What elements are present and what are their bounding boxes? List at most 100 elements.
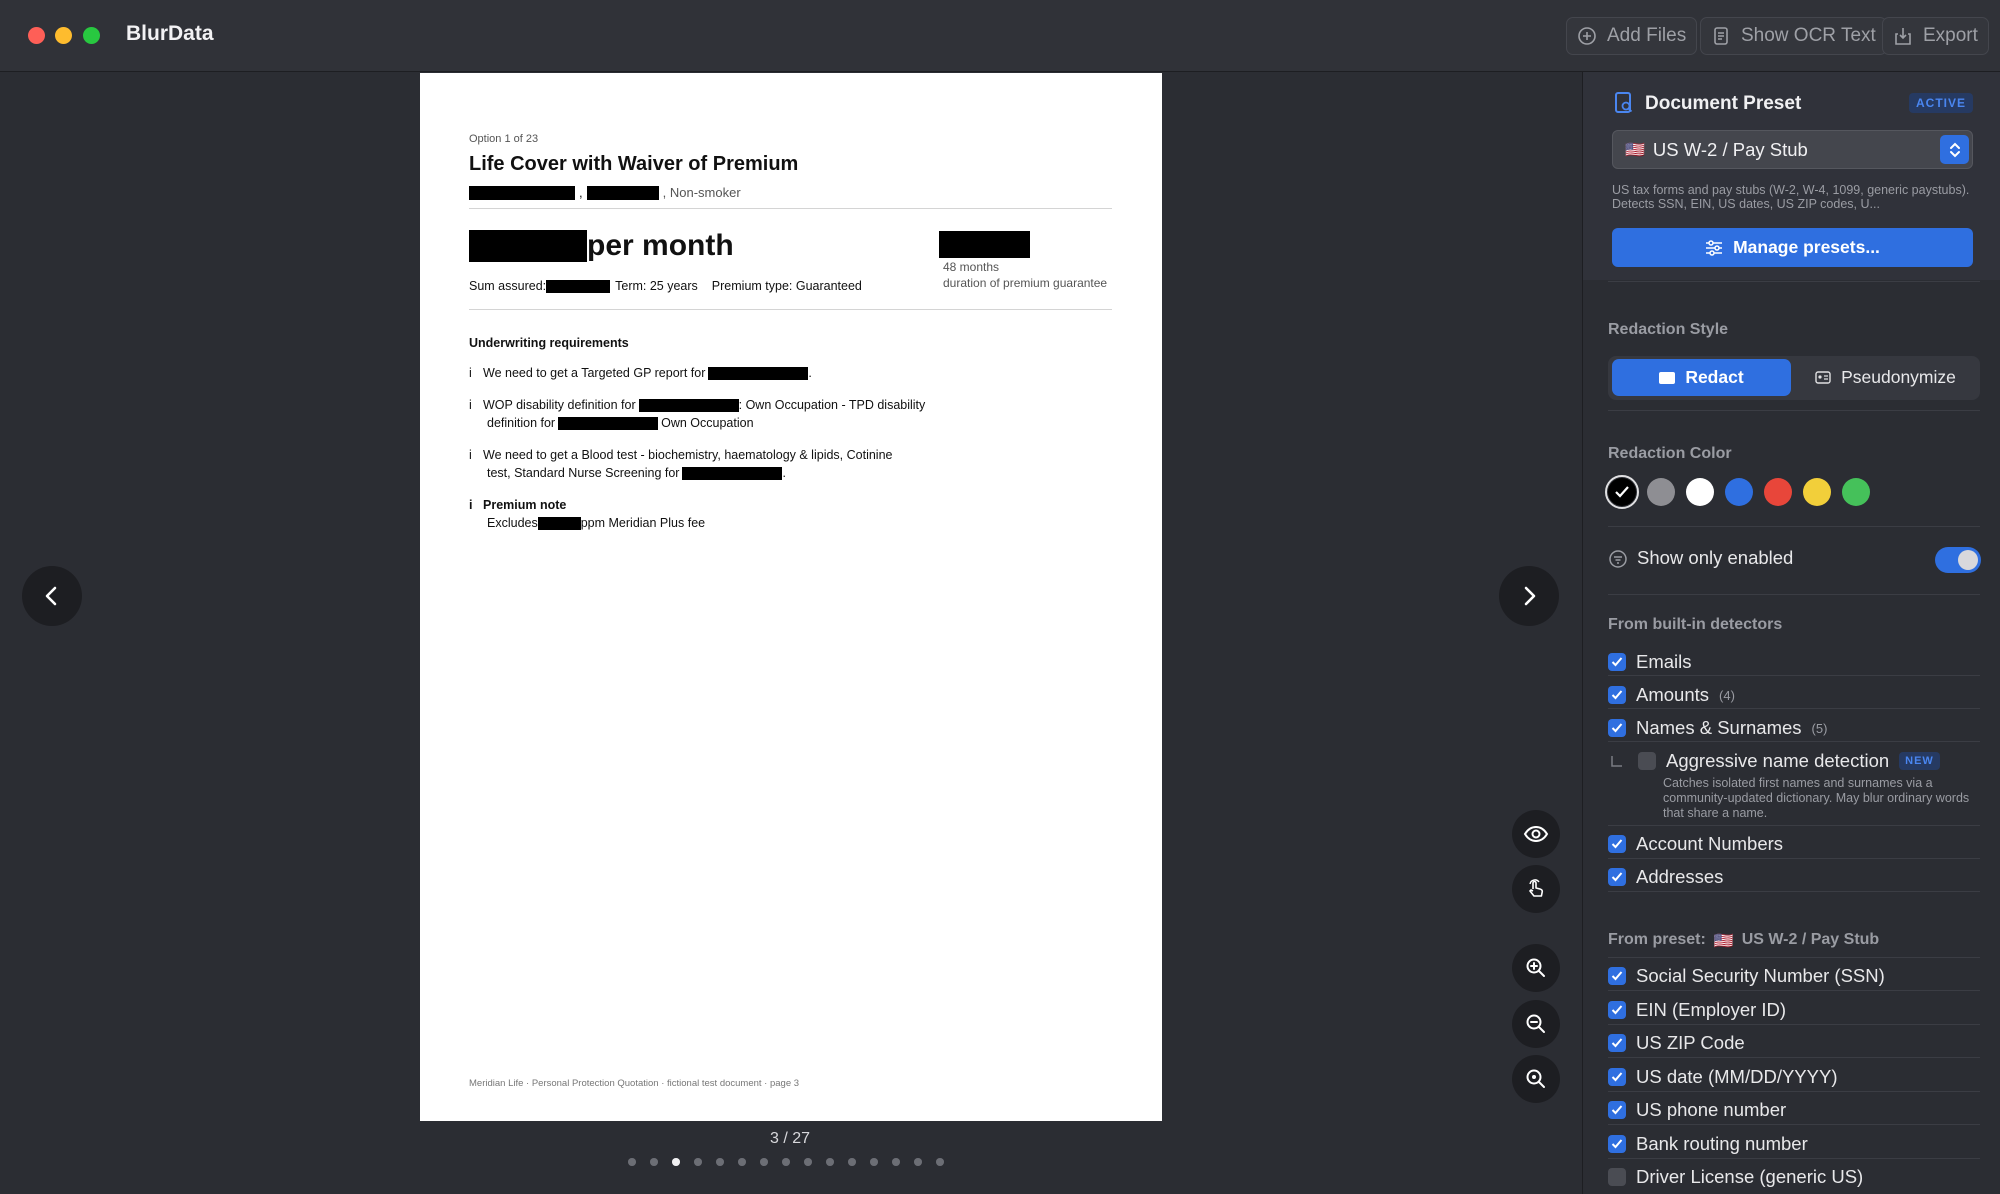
term-label: Term: 25 years <box>615 279 698 293</box>
previous-page-button[interactable] <box>22 566 82 626</box>
manual-redact-tool-button[interactable] <box>1512 865 1560 913</box>
guarantee-label: duration of premium guarantee <box>943 276 1108 290</box>
detector-aggressive-names[interactable]: Aggressive name detection NEW <box>1638 750 1940 772</box>
checkmark-icon <box>1611 1138 1623 1148</box>
premium-note: i Premium note <box>469 498 566 512</box>
color-swatch-gray[interactable] <box>1647 478 1675 506</box>
page-dot[interactable] <box>936 1158 944 1166</box>
checkbox-checked[interactable] <box>1608 653 1626 671</box>
color-swatch-white[interactable] <box>1686 478 1714 506</box>
detector-label: US ZIP Code <box>1636 1032 1745 1053</box>
redaction-box <box>638 398 739 412</box>
preset-detector-item[interactable]: US ZIP Code <box>1608 1032 1745 1054</box>
page-dot[interactable] <box>738 1158 746 1166</box>
id-card-icon <box>1815 371 1831 384</box>
preset-select[interactable]: 🇺🇸 US W-2 / Pay Stub <box>1612 130 1973 169</box>
close-window-button[interactable] <box>28 27 45 44</box>
document-viewer: Option 1 of 23 Life Cover with Waiver of… <box>0 72 1581 1194</box>
manage-presets-button[interactable]: Manage presets... <box>1612 228 1973 267</box>
divider <box>1608 281 1980 282</box>
add-files-label: Add Files <box>1607 25 1687 46</box>
excludes-tail: ppm Meridian Plus fee <box>580 516 706 530</box>
checkbox-checked[interactable] <box>1608 1034 1626 1052</box>
color-swatch-red[interactable] <box>1764 478 1792 506</box>
select-stepper[interactable] <box>1940 135 1969 164</box>
page-dot[interactable] <box>870 1158 878 1166</box>
detector-amounts[interactable]: Amounts (4) <box>1608 684 1735 706</box>
page-dot[interactable] <box>694 1158 702 1166</box>
preset-description: US tax forms and pay stubs (W-2, W-4, 10… <box>1612 183 1970 211</box>
page-dot[interactable] <box>804 1158 812 1166</box>
document-preset-card: Document Preset ACTIVE 🇺🇸 US W-2 / Pay S… <box>1583 72 2000 280</box>
redaction-box <box>682 466 783 480</box>
next-page-button[interactable] <box>1499 566 1559 626</box>
checkbox-checked[interactable] <box>1608 835 1626 853</box>
page-dot[interactable] <box>672 1158 680 1166</box>
comma-text: , <box>579 185 583 200</box>
page-dot[interactable] <box>760 1158 768 1166</box>
color-swatch-black[interactable] <box>1608 478 1636 506</box>
redaction-color-title: Redaction Color <box>1608 445 1732 462</box>
req2c-text: definition for <box>487 416 556 430</box>
page-dot[interactable] <box>826 1158 834 1166</box>
checkbox-checked[interactable] <box>1608 868 1626 886</box>
minimize-window-button[interactable] <box>55 27 72 44</box>
document-subtitle: , , Non-smoker <box>469 185 741 200</box>
redact-option[interactable]: Redact <box>1612 359 1791 396</box>
redaction-box <box>558 416 659 430</box>
zoom-window-button[interactable] <box>83 27 100 44</box>
preset-detector-item[interactable]: Driver License (generic US) <box>1608 1166 1863 1188</box>
export-icon <box>1895 28 1911 45</box>
checkmark-icon <box>1611 723 1623 733</box>
checkbox-checked[interactable] <box>1608 1000 1626 1019</box>
detector-emails[interactable]: Emails <box>1608 651 1692 673</box>
checkbox-checked[interactable] <box>1608 967 1626 985</box>
checkbox-unchecked[interactable] <box>1638 752 1656 770</box>
page-dot[interactable] <box>892 1158 900 1166</box>
detector-label: Account Numbers <box>1636 833 1784 854</box>
redaction-box <box>708 366 809 380</box>
toggle-preview-button[interactable] <box>1512 810 1560 858</box>
detector-label: Addresses <box>1636 866 1724 887</box>
preset-detector-item[interactable]: EIN (Employer ID) <box>1608 999 1786 1021</box>
detector-addresses[interactable]: Addresses <box>1608 866 1723 888</box>
preset-detector-item[interactable]: Social Security Number (SSN) <box>1608 965 1885 987</box>
add-files-button[interactable]: Add Files <box>1566 17 1698 55</box>
checkbox-unchecked[interactable] <box>1608 1168 1626 1186</box>
flag-icon: 🇺🇸 <box>1713 933 1734 950</box>
show-only-enabled-toggle[interactable] <box>1935 547 1981 573</box>
checkbox-checked[interactable] <box>1608 1067 1626 1086</box>
zoom-to-fit-button[interactable] <box>1512 1055 1560 1103</box>
page-dot[interactable] <box>650 1158 658 1166</box>
preset-detector-item[interactable]: Bank routing number <box>1608 1133 1808 1155</box>
page-dot[interactable] <box>848 1158 856 1166</box>
export-button[interactable]: Export <box>1882 17 1989 55</box>
preset-detector-item[interactable]: US date (MM/DD/YYYY) <box>1608 1066 1838 1088</box>
page-dot[interactable] <box>782 1158 790 1166</box>
color-swatch-blue[interactable] <box>1725 478 1753 506</box>
color-swatch-green[interactable] <box>1842 478 1870 506</box>
checkbox-checked[interactable] <box>1608 1101 1626 1119</box>
zoom-in-icon <box>1526 958 1545 977</box>
show-ocr-text-button[interactable]: Show OCR Text <box>1700 17 1887 55</box>
detector-names-surnames[interactable]: Names & Surnames (5) <box>1608 717 1827 739</box>
checkmark-icon <box>1611 1105 1623 1115</box>
divider <box>1608 741 1980 742</box>
requirement-item-cont: test, Standard Nurse Screening for . <box>487 466 786 480</box>
color-swatch-yellow[interactable] <box>1803 478 1831 506</box>
pseudonymize-option[interactable]: Pseudonymize <box>1795 359 1976 396</box>
page-dot[interactable] <box>716 1158 724 1166</box>
document-page: Option 1 of 23 Life Cover with Waiver of… <box>420 73 1162 1121</box>
checkbox-checked[interactable] <box>1608 1134 1626 1153</box>
page-dot[interactable] <box>914 1158 922 1166</box>
sliders-icon <box>1706 239 1723 256</box>
page-dot[interactable] <box>628 1158 636 1166</box>
detector-account-numbers[interactable]: Account Numbers <box>1608 833 1783 855</box>
divider <box>1608 825 1980 826</box>
checkbox-checked[interactable] <box>1608 686 1626 704</box>
preset-detector-item[interactable]: US phone number <box>1608 1099 1786 1121</box>
zoom-out-button[interactable] <box>1512 1000 1560 1048</box>
redact-label: Redact <box>1685 367 1744 387</box>
checkbox-checked[interactable] <box>1608 719 1626 737</box>
zoom-in-button[interactable] <box>1512 944 1560 992</box>
